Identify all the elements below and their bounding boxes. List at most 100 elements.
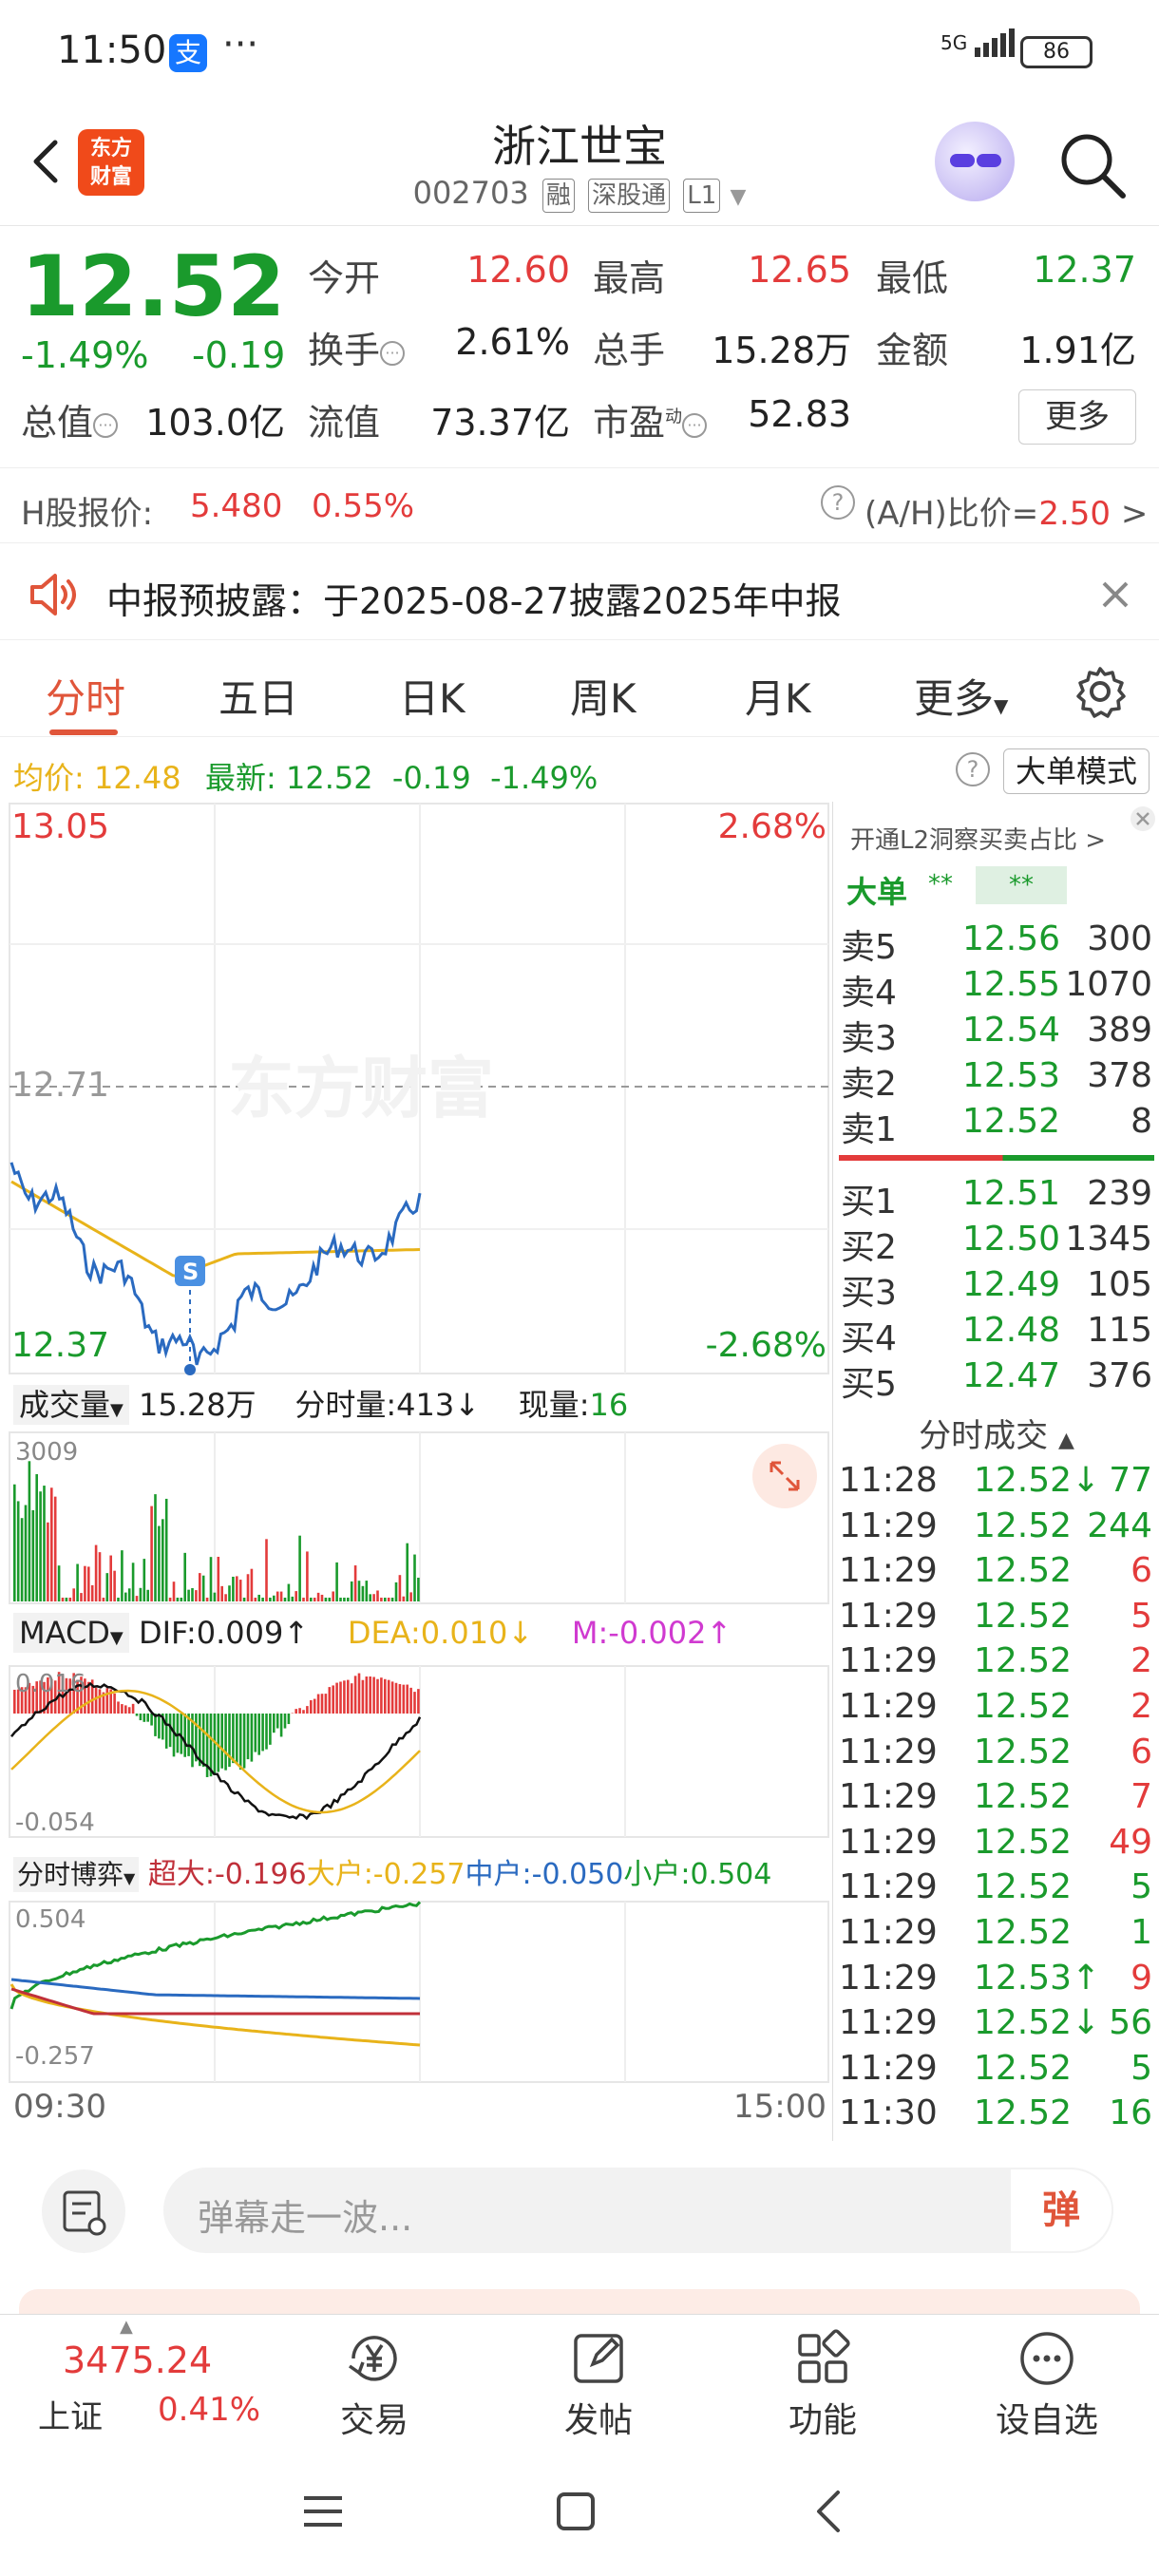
- close-icon[interactable]: [1096, 576, 1134, 614]
- macd-bar: [183, 1714, 186, 1757]
- tab-five-day[interactable]: 五日: [218, 667, 298, 725]
- volume-bar: [279, 1591, 283, 1601]
- macd-bar: [261, 1714, 264, 1752]
- trade-price: 12.52: [974, 1641, 1073, 1681]
- nav-functions[interactable]: 功能: [747, 2328, 899, 2442]
- index-percent[interactable]: 0.41%: [158, 2391, 260, 2429]
- trade-volume: 9: [1130, 1958, 1152, 1998]
- nav-add-watchlist[interactable]: 设自选: [971, 2328, 1123, 2442]
- volume-bar: [236, 1576, 238, 1601]
- buy-level-row[interactable]: 买2 12.50 1345: [833, 1220, 1159, 1267]
- expand-icon-bg[interactable]: [752, 1444, 817, 1508]
- menu-icon[interactable]: [300, 2492, 346, 2530]
- macd-bar: [353, 1676, 357, 1714]
- buy-level-volume: 1345: [1065, 1220, 1152, 1259]
- network-type: 5G: [940, 31, 968, 54]
- trade-row: 11:28 12.52↓ 77: [833, 1461, 1159, 1506]
- volume-bar: [187, 1589, 190, 1601]
- more-notifications-icon: ···: [222, 23, 259, 66]
- gear-icon[interactable]: [1072, 663, 1129, 720]
- macd-selector[interactable]: MACD▼: [13, 1613, 129, 1653]
- info-icon[interactable]: ···: [380, 340, 406, 366]
- trade-volume: 5: [1130, 1596, 1152, 1636]
- tab-more[interactable]: 更多▼: [914, 667, 1008, 725]
- volume-bar: [142, 1559, 146, 1601]
- trade-volume: 2: [1130, 1641, 1152, 1681]
- market-cap-label: 总值 ···: [21, 393, 119, 445]
- volume-selector[interactable]: 成交量▼: [13, 1385, 129, 1425]
- index-name[interactable]: 上证: [38, 2391, 103, 2437]
- macd-bar: [313, 1698, 316, 1714]
- macd-bar: [294, 1709, 297, 1714]
- bottom-nav: ▲ 3475.24 上证 0.41% 交易 发帖 功能 设自选: [0, 2314, 1159, 2443]
- volume-label: 总手: [593, 330, 666, 371]
- volume-bar: [384, 1598, 387, 1601]
- buy-level-row[interactable]: 买1 12.51 239: [833, 1174, 1159, 1222]
- trade-volume: 6: [1130, 1551, 1152, 1591]
- macd-bar: [158, 1714, 161, 1739]
- nav-post[interactable]: 发帖: [522, 2328, 674, 2442]
- trade-price: 12.52: [974, 1867, 1073, 1907]
- volume-bar: [24, 1505, 28, 1601]
- help-icon[interactable]: ?: [956, 752, 990, 786]
- buy-level-row[interactable]: 买5 12.47 376: [833, 1356, 1159, 1404]
- nav-trade-label: 交易: [339, 2401, 408, 2440]
- macd-bar: [310, 1700, 313, 1714]
- sell-level-row[interactable]: 卖4 12.55 1070: [833, 965, 1159, 1013]
- close-icon[interactable]: [1130, 805, 1156, 832]
- info-icon[interactable]: ···: [93, 412, 119, 438]
- big-order-mode-button[interactable]: 大单模式: [1003, 748, 1150, 794]
- buy-level-row[interactable]: 买3 12.49 105: [833, 1265, 1159, 1313]
- trades-header[interactable]: 分时成交 ▲: [833, 1410, 1159, 1456]
- sell-level-row[interactable]: 卖1 12.52 8: [833, 1102, 1159, 1149]
- notice-banner[interactable]: 中报预披露：于2025-08-27披露2025年中报: [0, 549, 1159, 640]
- home-icon[interactable]: [555, 2491, 597, 2532]
- l2-promo-link[interactable]: 开通L2洞察买卖占比 >: [850, 821, 1106, 856]
- big-order-masked-1: **: [928, 870, 953, 899]
- volume-bar: [213, 1592, 217, 1601]
- macd-bar: [146, 1714, 149, 1722]
- trade-row: 11:29 12.52 7: [833, 1777, 1159, 1823]
- macd-bar: [365, 1676, 369, 1714]
- back-icon[interactable]: [809, 2489, 847, 2534]
- note-icon[interactable]: [42, 2169, 125, 2253]
- macd-bar: [176, 1714, 180, 1753]
- search-icon[interactable]: [1056, 129, 1129, 201]
- chart-mid-price: 12.71: [11, 1066, 110, 1105]
- index-value[interactable]: 3475.24: [63, 2339, 212, 2381]
- alipay-icon: 支: [169, 34, 207, 72]
- macd-bar: [320, 1694, 324, 1714]
- volume-bar: [394, 1582, 398, 1601]
- macd-bar: [276, 1714, 279, 1729]
- trade-volume: 2: [1130, 1687, 1152, 1726]
- ai-assistant-avatar[interactable]: [935, 122, 1015, 201]
- h-share-bar[interactable]: H股报价: 5.480 0.55% ? (A/H)比价=2.50 >: [0, 467, 1159, 543]
- more-quote-button[interactable]: 更多: [1018, 389, 1136, 445]
- volume-bar: [353, 1565, 357, 1601]
- nav-trade[interactable]: 交易: [298, 2328, 450, 2442]
- buy-level-row[interactable]: 买4 12.48 115: [833, 1311, 1159, 1358]
- sell-level-row[interactable]: 卖3 12.54 389: [833, 1011, 1159, 1058]
- sell-level-volume: 378: [1087, 1056, 1152, 1095]
- turnover-label: 换手 ···: [308, 321, 406, 373]
- macd-bar: [369, 1676, 371, 1714]
- sell-level-row[interactable]: 卖5 12.56 300: [833, 919, 1159, 967]
- danmu-input[interactable]: 弹幕走一波... 弹: [163, 2168, 1113, 2253]
- trade-row: 11:29 12.52 6: [833, 1733, 1159, 1778]
- game-selector[interactable]: 分时博弈▼: [13, 1857, 140, 1892]
- latest-price: 最新: 12.52 -0.19 -1.49%: [205, 760, 598, 796]
- macd-bar: [142, 1714, 146, 1722]
- tab-monthly-k[interactable]: 月K: [745, 667, 811, 725]
- stock-code: 002703: [412, 175, 529, 211]
- help-icon[interactable]: ?: [821, 485, 855, 520]
- tab-weekly-k[interactable]: 周K: [570, 667, 636, 725]
- macd-bar: [339, 1681, 342, 1714]
- intraday-chart[interactable]: 东方财富 S 13.05 2.68% 12.71 12.37 -2.68% 成交…: [0, 802, 832, 2141]
- macd-bar: [150, 1714, 153, 1726]
- tab-fenshi[interactable]: 分时: [46, 667, 125, 725]
- sell-level-row[interactable]: 卖2 12.53 378: [833, 1056, 1159, 1104]
- volume-bar: [261, 1598, 264, 1601]
- danmu-button[interactable]: 弹: [1009, 2168, 1113, 2253]
- trade-row: 11:30 12.52 16: [833, 2093, 1159, 2139]
- tab-daily-k[interactable]: 日K: [399, 667, 466, 725]
